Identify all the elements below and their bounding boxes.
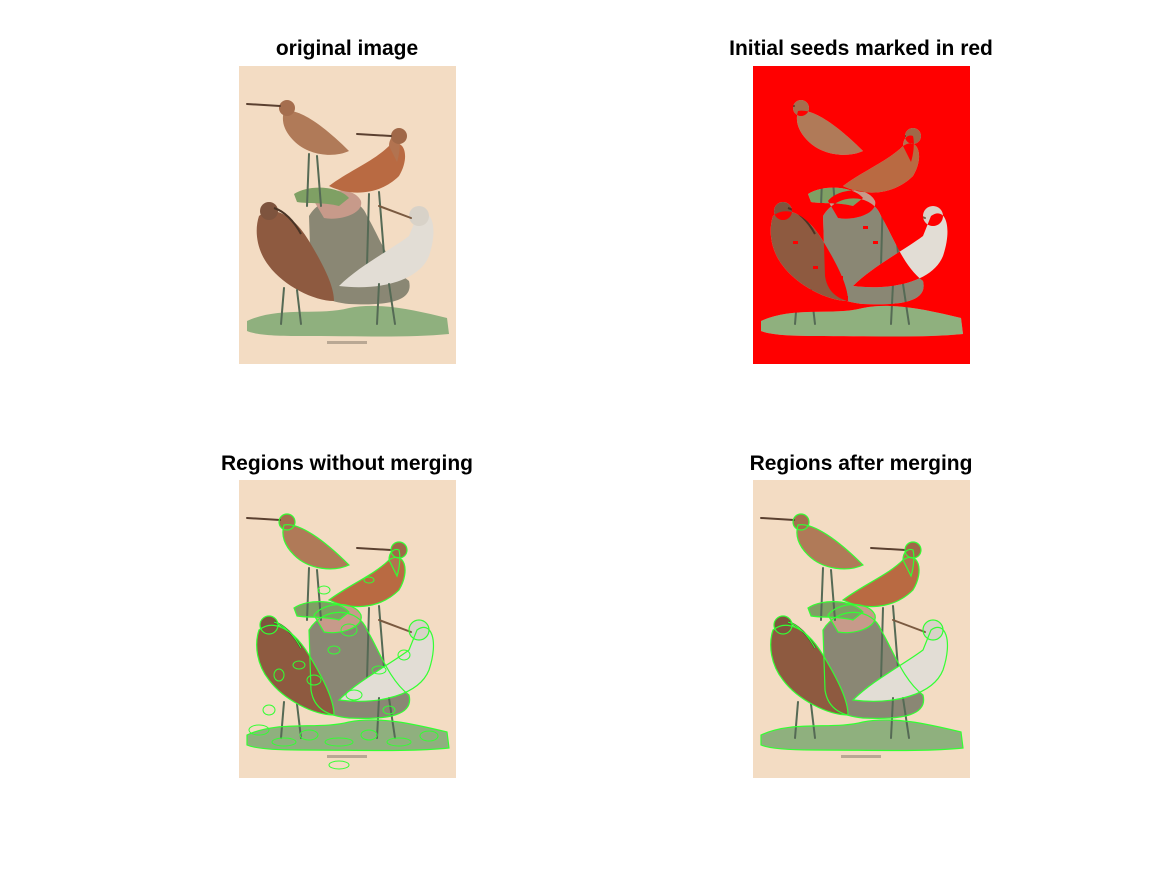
- plate-caption: [327, 755, 367, 758]
- bird4-head: [409, 206, 429, 226]
- seed-speckle: [793, 241, 798, 244]
- seed-speckle: [813, 266, 818, 269]
- seed-speckle: [843, 296, 848, 299]
- panel-title-regions-merged: Regions after merging: [749, 452, 973, 475]
- panel-title-regions-unmerged: Regions without merging: [221, 452, 473, 475]
- panel-title-seeds: Initial seeds marked in red: [729, 37, 993, 60]
- bird3-head: [260, 202, 278, 220]
- plate-caption: [327, 341, 367, 344]
- regions-unmerged-image: [239, 480, 456, 778]
- seed-speckle: [863, 226, 868, 229]
- bird2-head: [391, 128, 407, 144]
- original-image: [239, 66, 456, 364]
- bird-illustration-regions-unmerged: [239, 480, 456, 778]
- regions-merged-image: [753, 480, 970, 778]
- bird-illustration-regions-merged: [753, 480, 970, 778]
- bird-illustration-seeds: [753, 66, 970, 364]
- bird1-head: [279, 100, 295, 116]
- plate-caption: [841, 755, 881, 758]
- seed-speckle: [838, 276, 843, 279]
- seed-speckle: [825, 256, 830, 259]
- bird-illustration: [239, 66, 456, 364]
- panel-title-original: original image: [275, 37, 419, 60]
- seed-speckle: [903, 266, 908, 269]
- seeds-image: [753, 66, 970, 364]
- seed-speckle: [873, 241, 878, 244]
